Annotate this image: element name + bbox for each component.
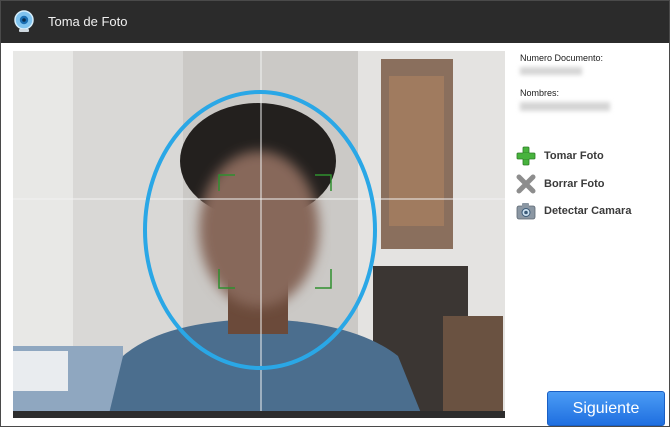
x-icon (516, 174, 536, 194)
names-label: Nombres: (520, 88, 560, 98)
document-number-label: Numero Documento: (520, 53, 604, 63)
names-value (520, 102, 610, 111)
detect-camera-button[interactable]: Detectar Camara (516, 200, 631, 222)
next-button[interactable]: Siguiente (547, 391, 665, 426)
title-bar: Toma de Foto (1, 1, 669, 43)
camera-preview (13, 51, 505, 418)
camera-icon (516, 201, 536, 221)
delete-photo-button[interactable]: Borrar Foto (516, 173, 605, 195)
take-photo-label: Tomar Foto (544, 150, 604, 162)
plus-icon (516, 146, 536, 166)
photo-capture-window: Toma de Foto Numero Documento: Nombres: … (0, 0, 670, 427)
window-title: Toma de Foto (48, 14, 128, 29)
webcam-icon (14, 10, 34, 32)
document-number-value (520, 67, 582, 75)
person-info-panel: Numero Documento: Nombres: (520, 53, 660, 124)
take-photo-button[interactable]: Tomar Foto (516, 145, 604, 167)
detect-camera-label: Detectar Camara (544, 205, 632, 217)
delete-photo-label: Borrar Foto (544, 178, 605, 190)
